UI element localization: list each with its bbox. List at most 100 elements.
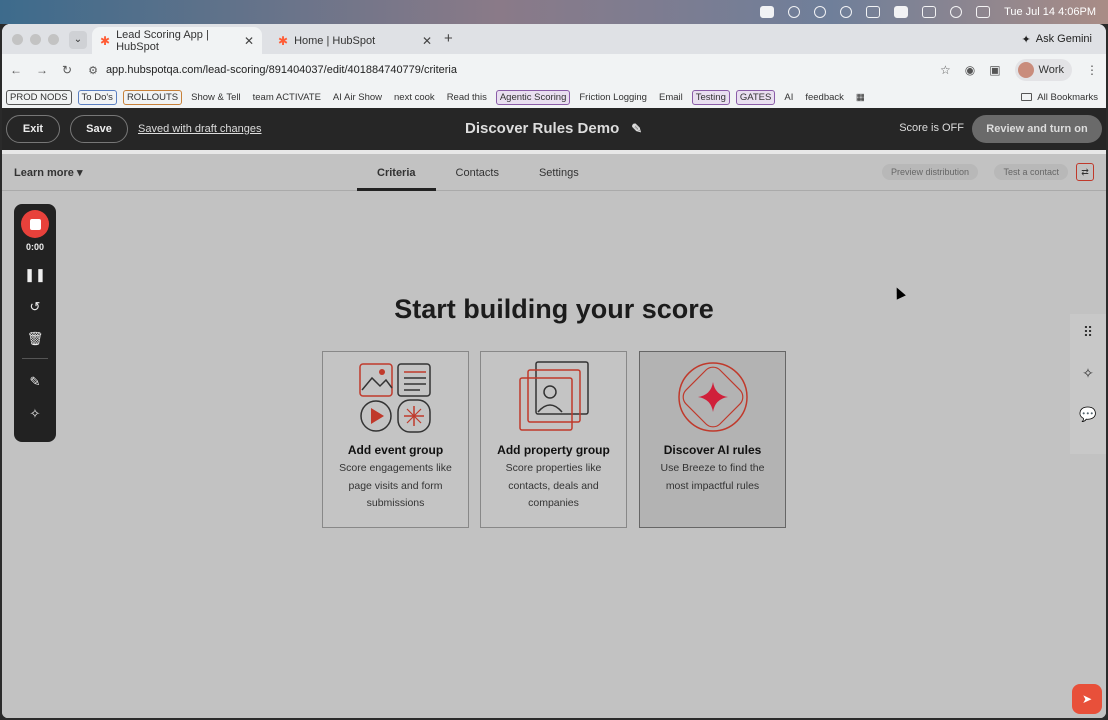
- edit-pencil-icon[interactable]: ✎: [631, 121, 642, 137]
- bookmark-item[interactable]: PROD NODS: [6, 89, 72, 105]
- search-icon[interactable]: [950, 6, 963, 18]
- tab-settings[interactable]: Settings: [519, 154, 599, 191]
- sync-icon[interactable]: [788, 6, 801, 18]
- discover-ai-rules-card[interactable]: Discover AI rules Use Breeze to find the…: [639, 351, 786, 528]
- bookmark-item[interactable]: Read this: [444, 91, 490, 104]
- bookmark-item[interactable]: team ACTIVATE: [250, 91, 324, 104]
- mac-menubar: Tue Jul 14 4:06PM: [0, 0, 1108, 24]
- more-menu-icon[interactable]: ⋮: [1086, 63, 1098, 77]
- ai-sparkle-icon: [677, 362, 748, 432]
- apps-grid-icon[interactable]: ▦: [853, 91, 868, 104]
- bookmark-item[interactable]: feedback: [802, 91, 847, 104]
- volume-icon[interactable]: [866, 6, 881, 18]
- profile-label: Work: [1038, 64, 1064, 76]
- bookmark-item[interactable]: Testing: [691, 89, 730, 105]
- tab-title: Home | HubSpot: [294, 34, 376, 47]
- event-group-icon: [358, 363, 431, 433]
- review-and-turn-on-button[interactable]: Review and turn on: [972, 115, 1102, 143]
- gemini-icon: ✦: [1021, 33, 1031, 46]
- tab-contacts[interactable]: Contacts: [436, 154, 519, 191]
- add-event-group-card[interactable]: Add event group Score engagements like p…: [322, 351, 469, 528]
- bookmark-item[interactable]: GATES: [735, 89, 776, 105]
- pause-icon[interactable]: ❚❚: [24, 266, 46, 284]
- all-bookmarks-label: All Bookmarks: [1037, 91, 1098, 103]
- page-title-text: Discover Rules Demo: [465, 120, 620, 137]
- tab-title: Lead Scoring App | HubSpot: [116, 28, 209, 53]
- profile-button[interactable]: Work: [1014, 59, 1072, 81]
- site-info-icon[interactable]: ⚙: [88, 64, 98, 77]
- saved-status-link[interactable]: Saved with draft changes: [138, 123, 262, 135]
- battery-icon[interactable]: [894, 6, 909, 18]
- hubspot-icon: ✱: [100, 33, 111, 48]
- extension-icon[interactable]: ◉: [965, 63, 975, 77]
- stop-recording-button[interactable]: [21, 210, 49, 238]
- close-tab-icon[interactable]: ✕: [422, 34, 432, 48]
- pen-icon[interactable]: ✎: [30, 373, 41, 391]
- exit-button[interactable]: Exit: [6, 115, 60, 143]
- recording-time: 0:00: [25, 242, 44, 252]
- send-icon: ➤: [1081, 692, 1093, 706]
- feedback-icon[interactable]: ⇄: [1076, 163, 1094, 181]
- control-center-icon[interactable]: [976, 6, 991, 18]
- tab-criteria[interactable]: Criteria: [357, 154, 436, 191]
- new-tab-icon[interactable]: +: [444, 30, 453, 47]
- score-status: Score is OFF: [899, 122, 964, 134]
- tab-home[interactable]: ✱ Home | HubSpot ✕: [270, 27, 440, 54]
- add-property-group-card[interactable]: Add property group Score properties like…: [480, 351, 627, 528]
- bookmark-item[interactable]: Friction Logging: [576, 91, 650, 104]
- url-text[interactable]: app.hubspotqa.com/lead-scoring/891404037…: [106, 64, 457, 76]
- puzzle-icon[interactable]: ▣: [989, 63, 1000, 77]
- screen-record-icon[interactable]: [760, 6, 775, 18]
- bookmark-item[interactable]: Show & Tell: [188, 91, 243, 104]
- star-icon[interactable]: ☆: [940, 63, 951, 77]
- window-controls[interactable]: [12, 34, 59, 45]
- close-tab-icon[interactable]: ✕: [244, 34, 254, 48]
- test-contact-button[interactable]: Test a contact: [994, 164, 1068, 180]
- learn-more-dropdown[interactable]: Learn more ▾: [14, 166, 83, 179]
- learn-more-label: Learn more: [14, 167, 74, 179]
- tab-strip: ⌄ ✱ Lead Scoring App | HubSpot ✕ ✱ Home …: [2, 24, 1106, 54]
- bookmark-item[interactable]: Email: [656, 91, 686, 104]
- ask-gemini-button[interactable]: ✦ Ask Gemini: [1014, 28, 1100, 50]
- property-group-icon: [518, 361, 589, 431]
- card-description: Score engagements like page visits and f…: [339, 462, 452, 509]
- bookmark-item[interactable]: Agentic Scoring: [495, 89, 571, 105]
- page-content: Learn more ▾ Criteria Contacts Settings …: [2, 154, 1106, 718]
- chat-icon[interactable]: 💬: [1079, 406, 1096, 423]
- wifi-icon[interactable]: [922, 6, 937, 18]
- app-header: Exit Save Saved with draft changes Disco…: [2, 108, 1106, 150]
- folder-icon: [1021, 93, 1033, 101]
- effects-icon[interactable]: ✧: [30, 405, 41, 423]
- drag-handle-icon[interactable]: ⠿: [1083, 324, 1093, 341]
- bookmark-item[interactable]: ROLLOUTS: [122, 89, 183, 105]
- sub-navigation: Learn more ▾ Criteria Contacts Settings …: [2, 154, 1106, 191]
- browser-window: ⌄ ✱ Lead Scoring App | HubSpot ✕ ✱ Home …: [2, 24, 1106, 718]
- preview-distribution-button[interactable]: Preview distribution: [881, 164, 978, 180]
- browser-toolbar: ← → ↻ ⚙ app.hubspotqa.com/lead-scoring/8…: [2, 54, 1106, 86]
- reload-icon[interactable]: ↻: [62, 63, 72, 77]
- bookmark-item[interactable]: next cook: [391, 91, 438, 104]
- bookmark-item[interactable]: AI Air Show: [330, 91, 385, 104]
- send-feedback-button[interactable]: ➤: [1072, 684, 1102, 714]
- card-description: Score properties like contacts, deals an…: [505, 462, 602, 509]
- globe-icon[interactable]: [814, 6, 827, 18]
- tab-search-chevron-icon[interactable]: ⌄: [69, 31, 87, 49]
- tab-lead-scoring[interactable]: ✱ Lead Scoring App | HubSpot ✕: [92, 27, 262, 54]
- address-bar[interactable]: ⚙ app.hubspotqa.com/lead-scoring/8914040…: [86, 58, 926, 82]
- play-icon[interactable]: [840, 6, 853, 18]
- menubar-clock[interactable]: Tue Jul 14 4:06PM: [1004, 6, 1096, 18]
- bookmarks-bar: PROD NODS To Do's ROLLOUTS Show & Tell t…: [2, 86, 1106, 108]
- sparkle-icon[interactable]: ✧: [1082, 365, 1094, 382]
- trash-icon[interactable]: 🗑: [27, 330, 44, 348]
- card-description: Use Breeze to find the most impactful ru…: [660, 462, 765, 492]
- card-title: Add property group: [497, 443, 610, 457]
- right-side-rail: ⠿ ✧ 💬: [1070, 314, 1106, 454]
- bookmark-item[interactable]: To Do's: [77, 89, 117, 105]
- back-icon[interactable]: ←: [10, 63, 22, 77]
- forward-icon[interactable]: →: [36, 63, 48, 77]
- card-title: Discover AI rules: [663, 443, 762, 457]
- all-bookmarks-button[interactable]: All Bookmarks: [1021, 92, 1102, 103]
- avatar: [1017, 62, 1034, 78]
- bookmark-item[interactable]: AI: [781, 91, 796, 104]
- save-button[interactable]: Save: [70, 115, 128, 143]
